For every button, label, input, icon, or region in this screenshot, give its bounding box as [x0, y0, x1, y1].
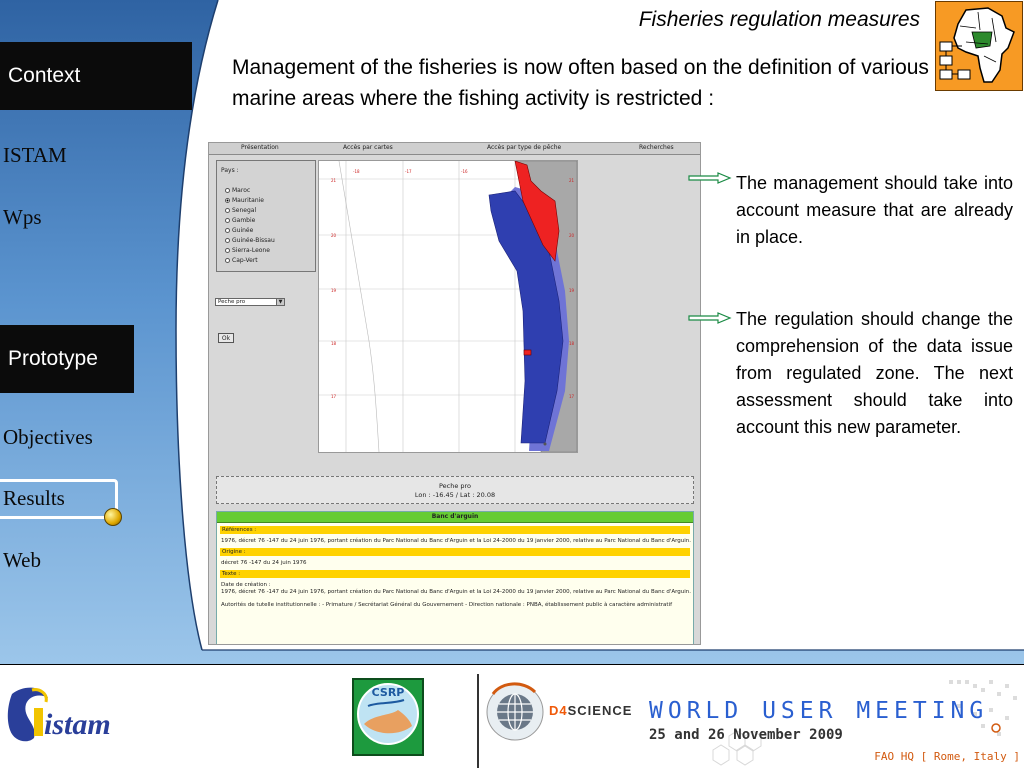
menu-presentation[interactable]: Présentation — [241, 144, 279, 151]
country-selector: Pays : Maroc Mauritanie Senegal Gambie G… — [216, 160, 316, 272]
radio-icon[interactable] — [225, 238, 230, 243]
nav-web[interactable]: Web — [3, 548, 41, 573]
nav-prototype[interactable]: Prototype — [0, 325, 134, 393]
radio-icon[interactable] — [225, 248, 230, 253]
csrp-logo-text: CSRP — [372, 686, 405, 699]
istam-logo-text: istam — [44, 708, 111, 741]
country-option[interactable]: Sierra-Leone — [225, 247, 270, 256]
doc-section-header: Texte : — [220, 570, 690, 578]
nav-wps[interactable]: Wps — [3, 205, 42, 230]
svg-text:21: 21 — [331, 178, 337, 183]
footer-divider — [0, 664, 1024, 665]
country-option[interactable]: Mauritanie — [225, 197, 264, 206]
doc-text: 1976, décret 76 -147 du 24 juin 1976, po… — [221, 589, 692, 595]
nav-results[interactable]: Results — [3, 486, 65, 511]
svg-text:19: 19 — [331, 288, 337, 293]
svg-text:19: 19 — [569, 288, 575, 293]
radio-icon[interactable] — [225, 258, 230, 263]
csrp-logo: CSRP — [352, 678, 424, 756]
zone-map[interactable]: 21 20 19 18 17 -18 -17 -16 21 20 19 18 17 — [318, 160, 578, 453]
fisheries-web-app: Présentation Accès par cartes Accès par … — [208, 142, 701, 645]
note-regulation-change: The regulation should change the compreh… — [736, 309, 1013, 437]
dropdown-arrow-icon[interactable]: ▼ — [276, 299, 284, 305]
menu-search[interactable]: Recherches — [639, 144, 674, 151]
note-existing-measures: The management should take into account … — [736, 173, 1013, 247]
info-coordinates: Lon : -16.45 / Lat : 20.08 — [414, 491, 496, 499]
svg-text:-17: -17 — [405, 169, 412, 174]
radio-icon[interactable] — [225, 218, 230, 223]
country-option[interactable]: Guinée-Bissau — [225, 237, 275, 246]
radio-icon[interactable] — [225, 188, 230, 193]
istam-logo: istam — [7, 687, 111, 742]
banner-title: WORLD USER MEETING — [649, 698, 989, 724]
fishing-type-select[interactable]: Peche pro ▼ — [215, 298, 285, 306]
doc-section-header: Origine : — [220, 548, 690, 556]
svg-text:-16: -16 — [461, 169, 468, 174]
d4science-brand: D4SCIENCE — [549, 703, 633, 718]
radio-icon[interactable] — [225, 228, 230, 233]
svg-text:17: 17 — [569, 394, 575, 399]
doc-text: Autorités de tutelle institutionnelle : … — [221, 602, 673, 608]
banner-venue: FAO HQ [ Rome, Italy ] — [874, 750, 1020, 763]
app-menu-bar: Présentation Accès par cartes Accès par … — [209, 143, 700, 155]
nav-objectives[interactable]: Objectives — [3, 425, 93, 450]
country-option[interactable]: Maroc — [225, 187, 250, 196]
doc-text: Date de création : — [221, 582, 271, 588]
d4science-banner: D4SCIENCE WORLD USER MEETING 25 and 26 N… — [477, 674, 1024, 768]
nav-istam[interactable]: ISTAM — [3, 143, 67, 168]
banner-date: 25 and 26 November 2009 — [649, 727, 843, 743]
africa-map-icon — [935, 1, 1023, 91]
info-title: Peche pro — [438, 482, 472, 490]
country-option[interactable]: Guinée — [225, 227, 253, 236]
svg-text:21: 21 — [569, 178, 575, 183]
radio-selected-icon[interactable] — [225, 198, 230, 203]
arrow-right-icon — [688, 172, 732, 184]
svg-text:18: 18 — [331, 341, 337, 346]
doc-text: 1976, décret 76 -147 du 24 juin 1976, po… — [221, 538, 692, 544]
menu-fishing-type-access[interactable]: Accès par type de pêche — [487, 144, 561, 151]
doc-text: décret 76 -147 du 24 juin 1976 — [221, 560, 307, 566]
country-label: Pays : — [221, 167, 239, 174]
menu-map-access[interactable]: Accès par cartes — [343, 144, 393, 151]
svg-text:17: 17 — [331, 394, 337, 399]
regulation-document-panel: Banc d'arguin Références : 1976, décret … — [216, 511, 694, 644]
nav-context[interactable]: Context — [0, 42, 192, 110]
arrow-right-icon — [688, 312, 732, 324]
svg-text:-18: -18 — [353, 169, 360, 174]
doc-section-header: Références : — [220, 526, 690, 534]
radio-icon[interactable] — [225, 208, 230, 213]
doc-title: Banc d'arguin — [217, 512, 693, 523]
svg-text:20: 20 — [569, 233, 575, 238]
svg-text:20: 20 — [331, 233, 337, 238]
intro-paragraph: Management of the fisheries is now often… — [232, 56, 929, 110]
active-indicator-dot — [104, 508, 122, 526]
position-info-panel: Peche pro Lon : -16.45 / Lat : 20.08 — [216, 476, 694, 504]
country-option[interactable]: Senegal — [225, 207, 256, 216]
slide-title: Fisheries regulation measures — [638, 8, 920, 31]
svg-text:18: 18 — [569, 341, 575, 346]
country-option[interactable]: Gambie — [225, 217, 255, 226]
ok-button[interactable]: Ok — [218, 333, 234, 343]
country-option[interactable]: Cap-Vert — [225, 257, 258, 266]
